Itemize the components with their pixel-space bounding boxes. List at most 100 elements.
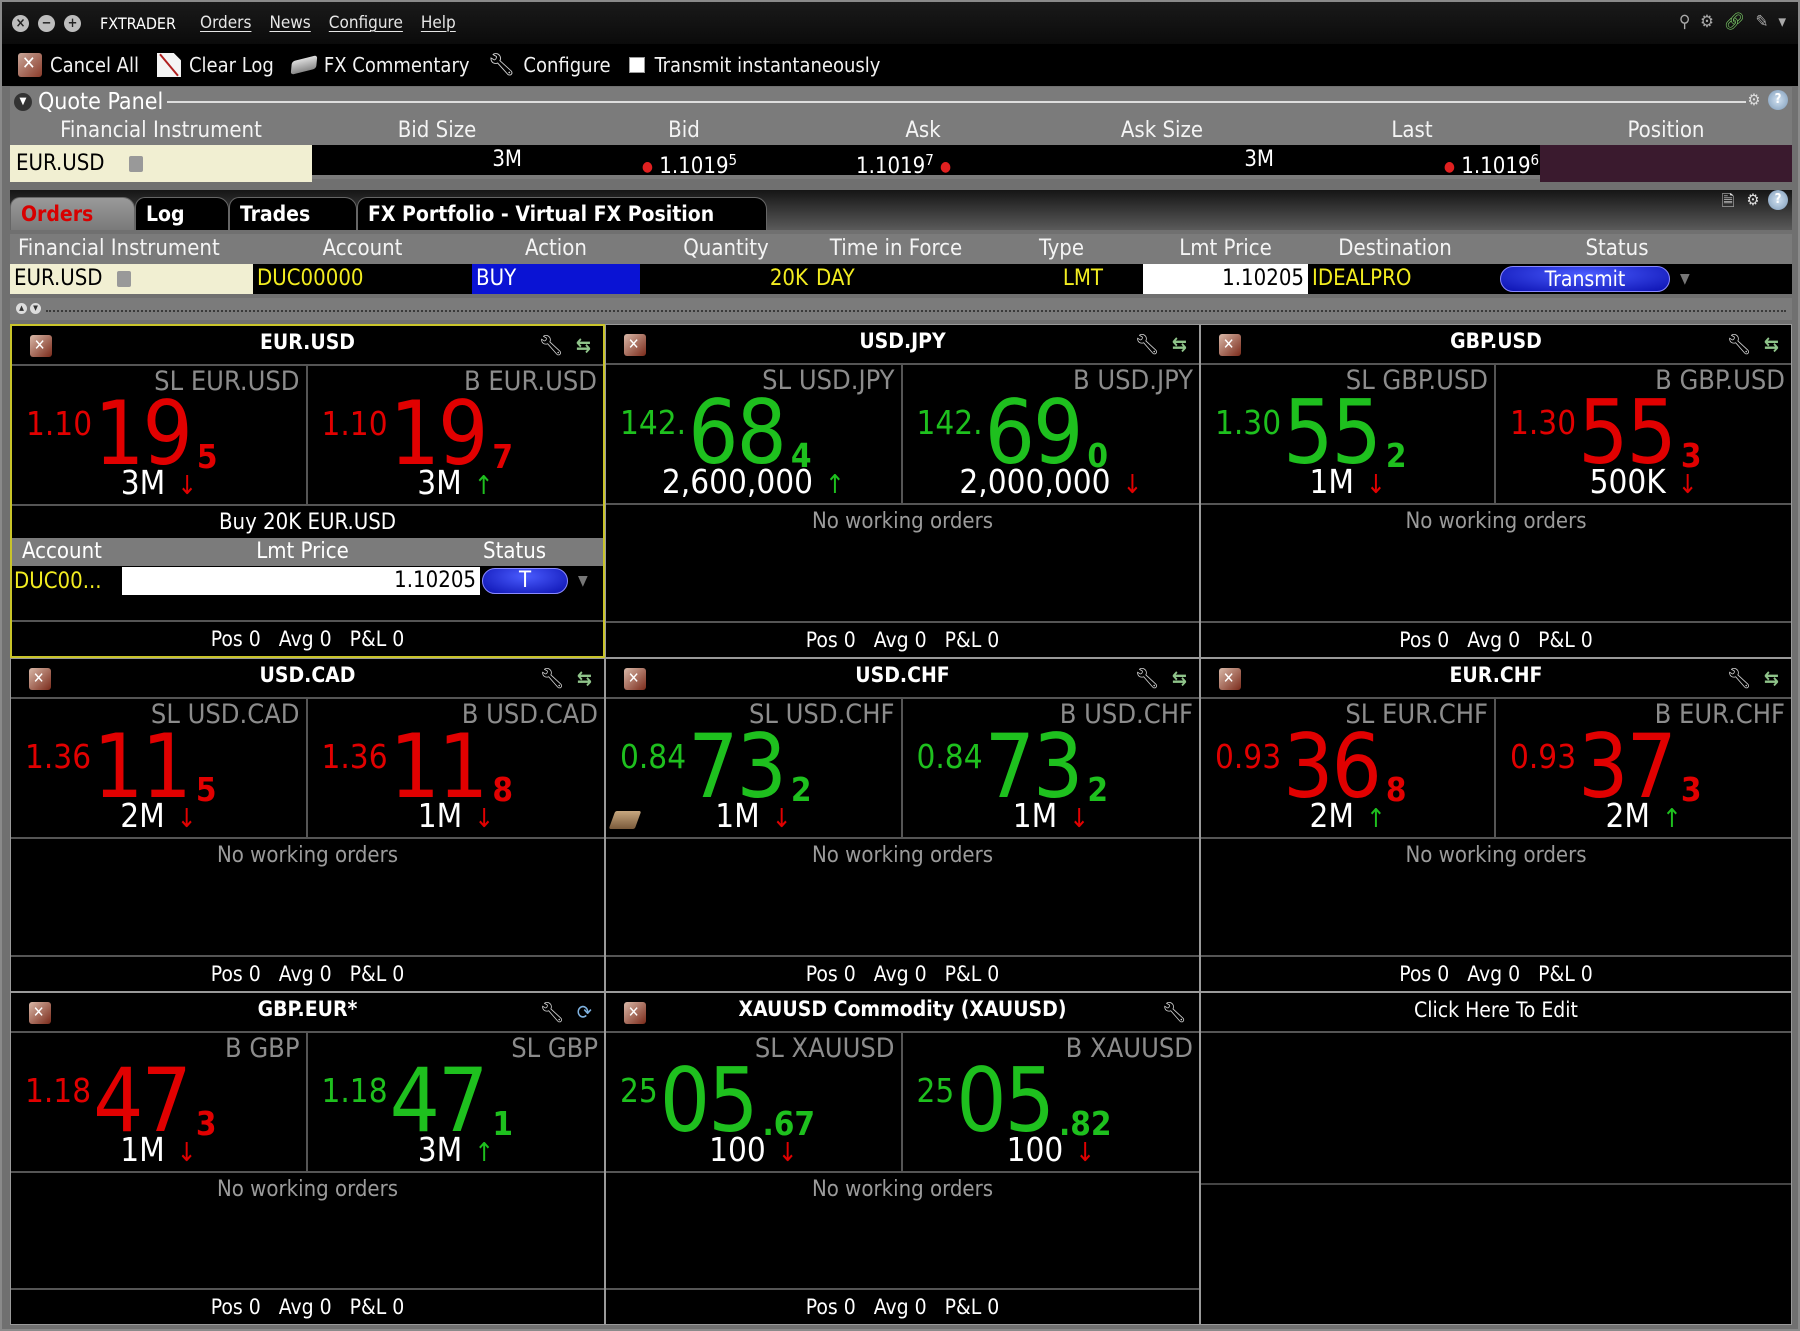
clear-log-icon[interactable]: 🗎︎ (1718, 190, 1738, 210)
swap-icon[interactable]: ⇆ (1172, 332, 1187, 356)
clear-log-button[interactable]: Clear Log (156, 53, 274, 77)
col-quantity[interactable]: Quantity (640, 234, 812, 264)
link-icon[interactable]: 🔗︎ (1724, 12, 1746, 32)
col-ask[interactable]: Ask (806, 117, 1040, 145)
lmt-price-input[interactable]: 1.10205 (1143, 264, 1308, 294)
wrench-icon[interactable]: 🔧︎ (1135, 332, 1160, 356)
transmit-button[interactable]: T (482, 568, 568, 594)
sell-side[interactable]: SL EUR.CHF 0.93 36 8 2M ↑ (1201, 699, 1496, 837)
ask-cell[interactable]: 1.10197 ● (806, 145, 1040, 182)
destination-cell[interactable]: IDEALPRO (1308, 264, 1482, 294)
sell-side[interactable]: SL XAUUSD 25 05 .67 100 ↓ (606, 1033, 903, 1171)
tif-cell[interactable]: DAY (812, 264, 980, 294)
swap-icon[interactable]: ⇆ (1172, 666, 1187, 690)
minimize-window-icon[interactable]: − (38, 14, 55, 32)
transmit-button[interactable]: Transmit (1500, 266, 1670, 292)
col-destination[interactable]: Destination (1308, 234, 1482, 264)
buy-side[interactable]: B EUR.CHF 0.93 37 3 2M ↑ (1496, 699, 1791, 837)
swap-icon[interactable]: ⇆ (577, 666, 592, 690)
quantity-cell[interactable]: 20K (640, 264, 812, 294)
swap-icon[interactable]: ⇆ (1764, 332, 1779, 356)
menu-news[interactable]: News (269, 13, 310, 33)
col-account[interactable]: Account (253, 234, 472, 264)
wrench-icon[interactable]: 🔧︎ (540, 1000, 565, 1024)
wrench-icon[interactable]: 🔧︎ (1135, 666, 1160, 690)
bid-cell[interactable]: ● 1.10195 (562, 145, 806, 182)
swap-icon[interactable]: ⇆ (1764, 666, 1779, 690)
help-icon[interactable]: ? (1768, 190, 1788, 210)
wrench-icon[interactable]: 🔧︎ (1727, 666, 1752, 690)
dropdown-icon[interactable]: ▼ (578, 573, 588, 589)
collapse-icon[interactable]: ▼ (14, 93, 32, 111)
tab-log[interactable]: Log (135, 197, 229, 230)
col-position[interactable]: Position (1540, 117, 1792, 145)
tab-fx-portfolio[interactable]: FX Portfolio - Virtual FX Position (357, 197, 767, 230)
sell-side[interactable]: SL EUR.USD 1.10 19 5 3M ↓ (12, 366, 308, 504)
buy-side[interactable]: B EUR.USD 1.10 19 7 3M ↑ (308, 366, 604, 504)
transmit-instantaneously-toggle[interactable]: Transmit instantaneously (628, 53, 880, 77)
sell-side[interactable]: B GBP 1.18 47 3 1M ↓ (11, 1033, 308, 1171)
fx-commentary-button[interactable]: FX Commentary (290, 53, 469, 77)
sell-side[interactable]: SL GBP.USD 1.30 55 2 1M ↓ (1201, 365, 1496, 503)
expand-up-icon[interactable]: ▲ (16, 303, 27, 314)
detach-icon[interactable]: ⚙ (1744, 90, 1764, 110)
col-ask-size[interactable]: Ask Size (1040, 117, 1284, 145)
menu-help[interactable]: Help (421, 13, 456, 33)
detach-icon[interactable]: ⚙ (1743, 190, 1763, 210)
sell-side[interactable]: SL USD.JPY 142. 68 4 2,600,000 ↑ (606, 365, 903, 503)
click-here-to-edit[interactable]: Click Here To Edit (1201, 993, 1791, 1033)
dropdown-icon[interactable]: ▼ (1680, 264, 1690, 294)
col-type[interactable]: Type (980, 234, 1143, 264)
wrench-icon[interactable]: 🔧︎ (1162, 1000, 1187, 1024)
menu-orders[interactable]: Orders (200, 13, 251, 33)
account-cell[interactable]: DUC00... (12, 569, 122, 594)
splitter-bar[interactable]: ▲ ▼ (10, 298, 1792, 320)
instrument-cell[interactable]: EUR.USD (10, 264, 253, 294)
configure-button[interactable]: 🔧︎ Configure (487, 53, 610, 78)
buy-side[interactable]: B GBP.USD 1.30 55 3 500K ↓ (1496, 365, 1791, 503)
action-cell[interactable]: BUY (472, 264, 640, 294)
empty-tile[interactable]: Click Here To Edit (1200, 992, 1792, 1325)
col-bid[interactable]: Bid (562, 117, 806, 145)
chevron-down-icon[interactable]: ▾ (1778, 12, 1786, 32)
buy-side[interactable]: B USD.JPY 142. 69 0 2,000,000 ↓ (903, 365, 1200, 503)
lmt-price-input[interactable]: 1.10205 (122, 567, 480, 595)
col-financial-instrument[interactable]: Financial Instrument (10, 234, 253, 264)
note-icon[interactable] (128, 155, 143, 172)
order-row[interactable]: EUR.USD DUC00000 BUY 20K DAY LMT 1.10205… (10, 264, 1792, 294)
quote-row[interactable]: EUR.USD 3M ● 1.10195 1.10197 ● 3M ● 1.10… (10, 145, 1792, 182)
account-cell[interactable]: DUC00000 (253, 264, 472, 294)
maximize-window-icon[interactable]: + (64, 14, 81, 32)
buy-side[interactable]: B XAUUSD 25 05 .82 100 ↓ (903, 1033, 1200, 1171)
col-bid-size[interactable]: Bid Size (312, 117, 562, 145)
col-last[interactable]: Last (1284, 117, 1540, 145)
wrench-icon[interactable]: 🔧︎ (539, 333, 564, 357)
note-icon[interactable] (116, 271, 131, 287)
type-cell[interactable]: LMT (980, 264, 1143, 294)
cancel-all-button[interactable]: Cancel All (18, 53, 139, 77)
tab-orders[interactable]: Orders (10, 197, 135, 230)
wrench-icon[interactable]: 🔧︎ (1727, 332, 1752, 356)
close-window-icon[interactable]: × (12, 14, 29, 32)
wrench-icon[interactable]: 🔧︎ (540, 666, 565, 690)
buy-side[interactable]: B USD.CHF 0.84 73 2 1M ↓ (903, 699, 1200, 837)
col-action[interactable]: Action (472, 234, 640, 264)
col-lmt-price[interactable]: Lmt Price (1143, 234, 1308, 264)
sell-side[interactable]: SL USD.CAD 1.36 11 5 2M ↓ (11, 699, 308, 837)
gear-icon[interactable]: ⚙ (1700, 12, 1714, 32)
drag-handle[interactable] (46, 310, 1786, 312)
transmit-checkbox[interactable] (628, 57, 645, 73)
sell-side[interactable]: SL USD.CHF 0.84 73 2 1M ↓ (606, 699, 903, 837)
tab-trades[interactable]: Trades (229, 197, 357, 230)
col-time-in-force[interactable]: Time in Force (812, 234, 980, 264)
expand-down-icon[interactable]: ▼ (30, 303, 41, 314)
col-financial-instrument[interactable]: Financial Instrument (10, 117, 312, 145)
refresh-icon[interactable]: ⟳ (577, 1000, 592, 1024)
search-settings-icon[interactable]: ⚲ (1679, 12, 1690, 32)
mini-order-row[interactable]: DUC00... 1.10205 T ▼ (12, 566, 603, 596)
instrument-cell[interactable]: EUR.USD (10, 145, 312, 182)
help-icon[interactable]: ? (1768, 90, 1788, 110)
pin-icon[interactable]: ✎ (1755, 12, 1768, 32)
buy-side[interactable]: SL GBP 1.18 47 1 3M ↑ (308, 1033, 605, 1171)
swap-icon[interactable]: ⇆ (576, 333, 591, 357)
